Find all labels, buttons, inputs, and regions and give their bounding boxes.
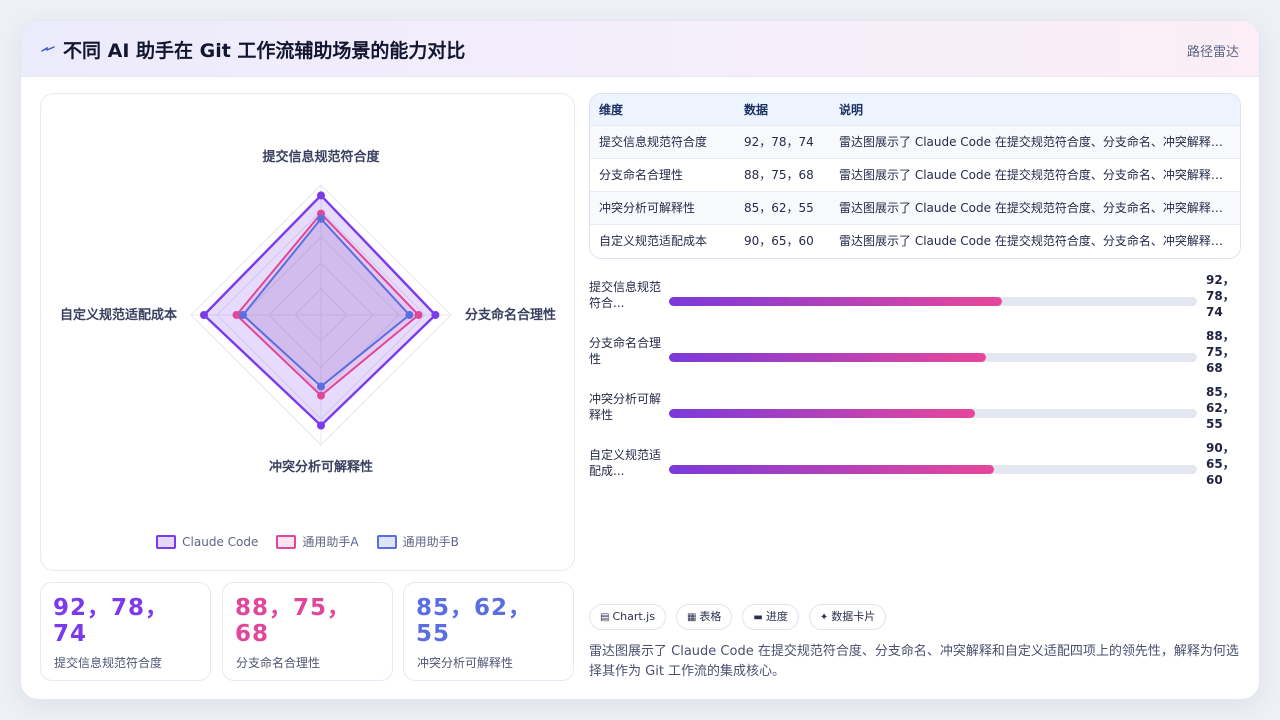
radar-point [405,311,414,319]
chart-icon: ▤ [600,612,610,623]
legend-item[interactable]: 通用助手B [376,533,459,550]
legend-label: Claude Code [182,534,259,549]
table-header-cell: 说明 [839,103,864,117]
progress-label: 自定义规范适配成... [589,448,662,478]
chip-label: 表格 [699,610,722,623]
table-row: 自定义规范适配成本 90，65，60 雷达图展示了 Claude Code 在提… [590,225,1240,258]
legend-swatch [156,534,177,549]
table-header-cell: 数据 [744,103,769,117]
chip-label: 进度 [765,610,788,623]
table-cell: 雷达图展示了 Claude Code 在提交规范符合度、分支命名、冲突解释和自定… [839,135,1234,149]
main-card: 不同 AI 助手在 Git 工作流辅助场景的能力对比 路径雷达 提交信息规范符合… [20,20,1260,700]
sparkle-icon: ✦ [819,612,829,623]
table-header-cell: 维度 [599,103,624,117]
table-cell: 冲突分析可解释性 [599,201,696,215]
progress-row: 分支命名合理性 88，75，68 [589,329,1241,391]
stat-label: 分支命名合理性 [236,656,321,670]
radar-point [239,311,247,319]
progress-value: 90，65，60 [1206,441,1235,487]
radar-point [317,391,325,400]
table-cell: 雷达图展示了 Claude Code 在提交规范符合度、分支命名、冲突解释和自定… [839,168,1234,182]
chart-legend: Claude Code 通用助手A 通用助手B [41,533,574,550]
table-header-row: 维度 数据 说明 [590,94,1240,126]
radar-axis-label: 自定义规范适配成本 [60,307,177,322]
progress-fill [669,409,976,418]
progress-row: 提交信息规范符合... 92，78，74 [589,273,1241,335]
progress-row: 冲突分析可解释性 85，62，55 [589,385,1241,447]
progress-label: 提交信息规范符合... [589,280,662,310]
table-cell: 92，78，74 [744,135,814,149]
progress-track [669,353,1197,362]
legend-label: 通用助手B [402,535,459,549]
page-title: 不同 AI 助手在 Git 工作流辅助场景的能力对比 [63,40,466,62]
header: 不同 AI 助手在 Git 工作流辅助场景的能力对比 路径雷达 [21,21,1259,77]
table-cell: 88，75，68 [744,168,814,182]
progress-label: 冲突分析可解释性 [589,392,662,422]
tech-chips: ▤ Chart.js ▦ 表格 ▬ 进度 ✦ 数据卡片 [589,604,887,630]
radar-point [317,421,325,430]
stat-value: 88，75，68 [235,595,352,647]
description: 雷达图展示了 Claude Code 在提交规范符合度、分支命名、冲突解释和自定… [589,644,1239,679]
progress-label: 分支命名合理性 [589,336,662,366]
table-cell: 自定义规范适配成本 [599,234,708,248]
chip-datacard[interactable]: ✦ 数据卡片 [808,604,887,630]
chip-label: Chart.js [612,610,655,623]
radar-point [317,214,325,223]
radar-point [200,311,208,319]
radar-chart: 提交信息规范符合度分支命名合理性冲突分析可解释性 自定义规范适配成本 [60,149,556,474]
progress-row: 自定义规范适配成... 90，65，60 [589,441,1241,503]
legend-item[interactable]: 通用助手A [276,533,359,550]
data-table: 维度 数据 说明 提交信息规范符合度 92，78，74 雷达图展示了 Claud… [589,93,1241,259]
stat-card-branch: 88，75，68 分支命名合理性 [222,582,393,681]
table-row: 分支命名合理性 88，75，68 雷达图展示了 Claude Code 在提交规… [590,159,1240,192]
legend-swatch [376,534,397,549]
table-cell: 提交信息规范符合度 [599,135,708,149]
chip-chartjs[interactable]: ▤ Chart.js [589,604,666,630]
chip-table[interactable]: ▦ 表格 [675,604,733,630]
radar-point [317,191,325,200]
table-cell: 分支命名合理性 [599,168,684,182]
progress-value: 88，75，68 [1206,329,1235,375]
stat-card-conflict: 85，62，55 冲突分析可解释性 [403,582,574,681]
progress-track [669,297,1197,306]
table-cell: 85，62，55 [744,201,814,215]
radar-axis-label: 提交信息规范符合度 [262,149,380,164]
table-row: 冲突分析可解释性 85，62，55 雷达图展示了 Claude Code 在提交… [590,192,1240,225]
legend-swatch [276,534,297,549]
stat-value: 92，78，74 [53,595,170,647]
progress-fill [669,465,995,474]
stat-card-commit: 92，78，74 提交信息规范符合度 [40,582,211,681]
lightning-icon [41,46,55,52]
progress-fill [669,297,1002,306]
radar-point [414,311,423,319]
radar-axis-label: 分支命名合理性 [465,307,556,322]
radar-point [431,311,440,319]
legend-label: 通用助手A [302,535,359,549]
table-row: 提交信息规范符合度 92，78，74 雷达图展示了 Claude Code 在提… [590,126,1240,159]
table-cell: 雷达图展示了 Claude Code 在提交规范符合度、分支命名、冲突解释和自定… [839,234,1234,248]
radar-chart-panel: 提交信息规范符合度分支命名合理性冲突分析可解释性 自定义规范适配成本 Claude… [40,93,575,571]
chip-label: 数据卡片 [831,610,876,623]
progress-fill [669,353,986,362]
legend-item[interactable]: Claude Code [156,533,258,550]
chip-progress[interactable]: ▬ 进度 [742,604,799,630]
stat-value: 85，62，55 [416,595,533,647]
progress-icon: ▬ [753,612,763,623]
progress-value: 85，62，55 [1206,385,1235,431]
radar-point [317,382,325,391]
stat-label: 提交信息规范符合度 [54,656,163,670]
progress-track [669,409,1197,418]
table-cell: 90，65，60 [744,234,814,248]
progress-track [669,465,1197,474]
progress-value: 92，78，74 [1206,273,1235,319]
header-tag: 路径雷达 [1186,45,1239,60]
stat-label: 冲突分析可解释性 [417,656,514,670]
table-cell: 雷达图展示了 Claude Code 在提交规范符合度、分支命名、冲突解释和自定… [839,201,1234,215]
radar-axis-label: 冲突分析可解释性 [269,459,373,474]
table-icon: ▦ [686,612,697,623]
